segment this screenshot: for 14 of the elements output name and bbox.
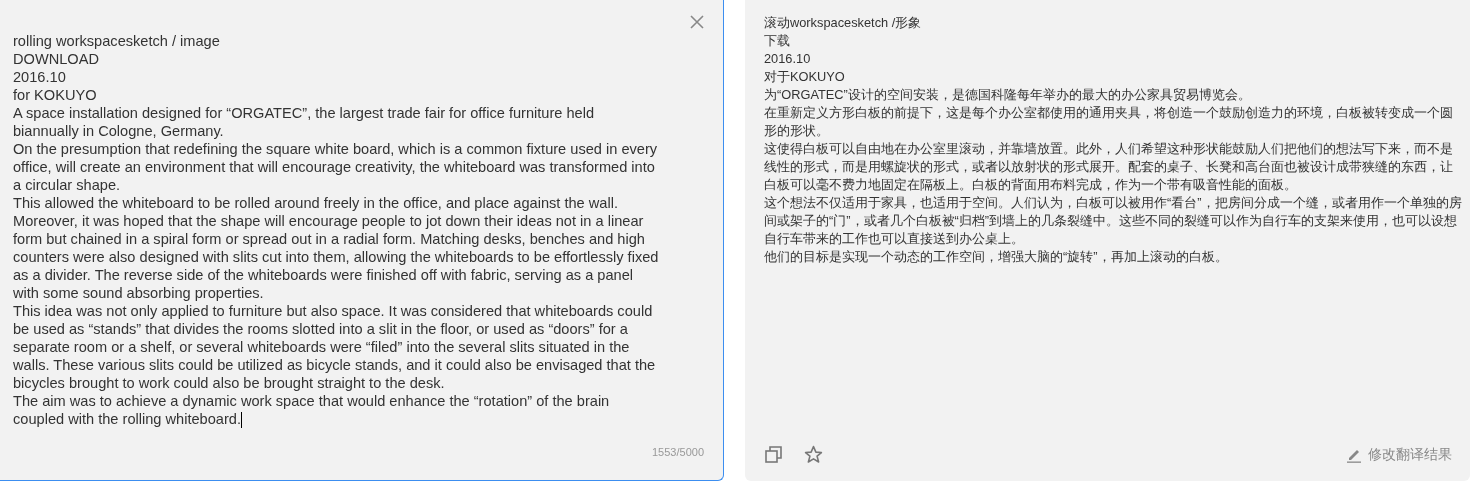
- character-count: 1553/5000: [652, 444, 704, 460]
- star-icon[interactable]: [804, 445, 823, 464]
- translation-paragraph: 为“ORGATEC”设计的空间安装，是德国科隆每年举办的最大的办公家具贸易博览会。: [764, 86, 1252, 104]
- translation-paragraph: 滚动workspacesketch /形象: [764, 14, 923, 32]
- translation-paragraph: 对于KOKUYO: [764, 68, 846, 86]
- translation-paragraph: 他们的目标是实现一个动态的工作空间，增强大脑的“旋转”，再加上滚动的白板。: [764, 248, 1229, 266]
- translation-paragraph: 2016.10: [764, 50, 812, 68]
- translation-paragraph: 下载: [764, 32, 791, 50]
- close-icon[interactable]: [689, 14, 705, 30]
- copy-icon[interactable]: [765, 446, 782, 463]
- source-text-field[interactable]: rolling workspacesketch / image DOWNLOAD 2016.10 for KOKUYO A space installation designed for “ORGATEC”, the largest trade fair for office furniture held biannually in Cologne, Germany. On the presumption that redefining the square white board, which is a common fixture used in every office, will create an environment that will encourage creativity, the whiteboard was transformed into a circular shape. This allowed the whiteboard to be rolled around freely in the office, and place against the wall. Moreover, it was hoped that the shape will encourage people to jot down their ideas not in a linear form but chained in a spiral form or spread out in a radial form. Matching desks, benches and high counters were also designed with slits cut into them, allowing the whiteboards to be effortlessly fixed as a divider. The reverse side of the whiteboards were finished off with fabric, serving as a panel with some sound absorbing properties. This idea was not only applied to furniture but also space. It was considered that whiteboards could be used as “stands” that divides the rooms slotted into a slit in the floor, or used as “doors” for a separate room or a shelf, or several whiteboards were “filed” into the several slits situated in the walls. These various slits could be utilized as bicycle stands, and it could also be envisaged that the bicycles brought to work could also be brought straight to the desk. The aim was to achieve a dynamic work space that would enhance the “rotation” of the brain coupled with the rolling whiteboard.: [13, 32, 661, 429]
- translation-paragraph: 这个想法不仅适用于家具，也适用于空间。人们认为，白板可以被用作“看台”，把房间分成一个缝，或者用作一个单独的房间或架子的“门”，或者几个白板被“归档”到墙上的几条裂缝中。这些不同的裂缝可以作为自行车的支架来使用，也可以设想自行车带来的工作也可以直接送到办公桌上。: [764, 194, 1463, 248]
- translation-paragraph: 在重新定义方形白板的前提下，这是每个办公室都使用的通用夹具，将创造一个鼓励创造力的环境，白板被转变成一个圆形的形状。: [764, 104, 1454, 140]
- translation-paragraph: 这使得白板可以自由地在办公室里滚动，并靠墙放置。此外，人们希望这种形状能鼓励人们把他们的想法写下来，而不是线性的形式，而是用螺旋状的形式，或者以放射状的形式展开。配套的桌子、长凳和高台面也被设计成带狭缝的东西，让白板可以毫不费力地固定在隔板上。白板的背面用布料完成，作为一个带有吸音性能的面板。: [764, 140, 1454, 194]
